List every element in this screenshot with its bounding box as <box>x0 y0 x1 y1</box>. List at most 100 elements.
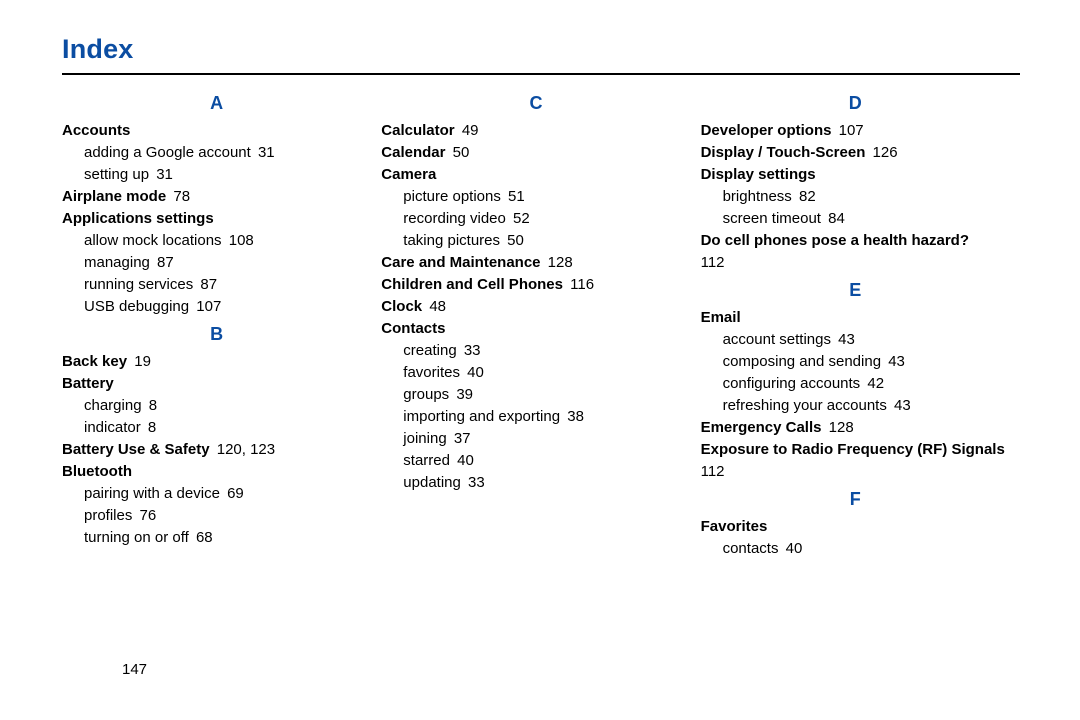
index-subentry-label: profiles <box>84 507 132 524</box>
index-subentry-page: 42 <box>863 375 884 392</box>
index-term-label: Applications settings <box>62 210 214 227</box>
index-term: Battery Use & Safety 120, 123 <box>62 439 371 461</box>
index-subentry-page: 107 <box>192 298 221 315</box>
index-term-label: Email <box>701 309 741 326</box>
index-subentry-page: 43 <box>890 397 911 414</box>
column-1: AAccountsadding a Google account 31setti… <box>62 87 381 560</box>
index-subentry: taking pictures 50 <box>381 230 690 252</box>
index-term-page: 112 <box>701 463 725 480</box>
index-subentry-page: 69 <box>223 485 244 502</box>
index-subentry: composing and sending 43 <box>701 351 1010 373</box>
index-subentry: turning on or off 68 <box>62 527 371 549</box>
index-subentry-page: 108 <box>225 232 254 249</box>
index-term-label: Children and Cell Phones <box>381 276 563 293</box>
index-subentry-label: brightness <box>723 188 792 205</box>
index-term-label: Developer options <box>701 122 832 139</box>
index-subentry-page: 31 <box>254 144 275 161</box>
index-subentry-label: recording video <box>403 210 506 227</box>
page-number: 147 <box>122 661 147 678</box>
index-term-label: Emergency Calls <box>701 419 822 436</box>
index-term: Clock 48 <box>381 296 690 318</box>
index-subentry-label: composing and sending <box>723 353 881 370</box>
index-subentry-page: 37 <box>450 430 471 447</box>
index-subentry-page: 76 <box>135 507 156 524</box>
index-subentry: account settings 43 <box>701 329 1010 351</box>
index-subentry-label: running services <box>84 276 193 293</box>
index-letter-b: B <box>62 324 371 345</box>
index-term-page: 128 <box>825 419 854 436</box>
index-subentry-label: turning on or off <box>84 529 189 546</box>
index-subentry: starred 40 <box>381 450 690 472</box>
index-subentry: charging 8 <box>62 395 371 417</box>
index-term-page: 78 <box>169 188 190 205</box>
index-term-pages: 120, 123 <box>213 441 276 458</box>
index-subentry-page: 84 <box>824 210 845 227</box>
index-term-page: 112 <box>701 252 1010 274</box>
index-term-label: Contacts <box>381 320 445 337</box>
index-term: Display settings <box>701 164 1010 186</box>
index-term-page: 116 <box>566 276 594 293</box>
index-term-label: Battery Use & Safety <box>62 441 210 458</box>
index-subentry-label: contacts <box>723 540 779 557</box>
index-subentry-label: adding a Google account <box>84 144 251 161</box>
index-term: Calculator 49 <box>381 120 690 142</box>
index-subentry-page: 43 <box>884 353 905 370</box>
index-subentry: adding a Google account 31 <box>62 142 371 164</box>
index-subentry: picture options 51 <box>381 186 690 208</box>
index-term-label: Do cell phones pose a health hazard? <box>701 232 969 249</box>
index-subentry-page: 33 <box>464 474 485 491</box>
index-letter-f: F <box>701 489 1010 510</box>
index-term: Applications settings <box>62 208 371 230</box>
index-subentry: managing 87 <box>62 252 371 274</box>
index-subentry-page: 39 <box>452 386 473 403</box>
index-subentry: profiles 76 <box>62 505 371 527</box>
index-term: Camera <box>381 164 690 186</box>
index-term: Emergency Calls 128 <box>701 417 1010 439</box>
index-subentry: refreshing your accounts 43 <box>701 395 1010 417</box>
index-subentry: updating 33 <box>381 472 690 494</box>
index-subentry: USB debugging 107 <box>62 296 371 318</box>
index-term: Airplane mode 78 <box>62 186 371 208</box>
index-subentry-label: setting up <box>84 166 149 183</box>
index-term: Calendar 50 <box>381 142 690 164</box>
index-term: Back key 19 <box>62 351 371 373</box>
index-term: Accounts <box>62 120 371 142</box>
index-subentry-page: 40 <box>453 452 474 469</box>
index-letter-d: D <box>701 93 1010 114</box>
index-subentry-label: pairing with a device <box>84 485 220 502</box>
index-subentry-page: 52 <box>509 210 530 227</box>
index-term-label: Back key <box>62 353 127 370</box>
index-term-label: Accounts <box>62 122 130 139</box>
index-subentry: indicator 8 <box>62 417 371 439</box>
index-subentry: importing and exporting 38 <box>381 406 690 428</box>
index-subentry: pairing with a device 69 <box>62 483 371 505</box>
index-subentry-label: joining <box>403 430 446 447</box>
index-term-page: 126 <box>868 144 897 161</box>
index-subentry-page: 51 <box>504 188 525 205</box>
index-subentry-label: refreshing your accounts <box>723 397 887 414</box>
index-subentry-page: 82 <box>795 188 816 205</box>
index-subentry: joining 37 <box>381 428 690 450</box>
index-term-page: 107 <box>834 122 863 139</box>
index-term-page: 48 <box>425 298 446 315</box>
index-subentry-label: updating <box>403 474 461 491</box>
index-subentry: allow mock locations 108 <box>62 230 371 252</box>
index-subentry-label: USB debugging <box>84 298 189 315</box>
index-term: Children and Cell Phones 116 <box>381 274 690 296</box>
index-term-label: Calendar <box>381 144 445 161</box>
index-term: Battery <box>62 373 371 395</box>
index-term-label: Airplane mode <box>62 188 166 205</box>
index-subentry-page: 8 <box>144 419 157 436</box>
index-term-page: 128 <box>544 254 573 271</box>
index-subentry-page: 68 <box>192 529 213 546</box>
index-term-label: Battery <box>62 375 114 392</box>
index-subentry-label: configuring accounts <box>723 375 861 392</box>
index-subentry-label: screen timeout <box>723 210 821 227</box>
index-term: Email <box>701 307 1010 329</box>
index-term: Care and Maintenance 128 <box>381 252 690 274</box>
index-term-label: Exposure to Radio Frequency (RF) Signals <box>701 441 1005 458</box>
index-subentry-page: 33 <box>460 342 481 359</box>
index-term: Exposure to Radio Frequency (RF) Signals… <box>701 439 1010 483</box>
index-term-label: Display / Touch-Screen <box>701 144 866 161</box>
index-term-label: Calculator <box>381 122 454 139</box>
